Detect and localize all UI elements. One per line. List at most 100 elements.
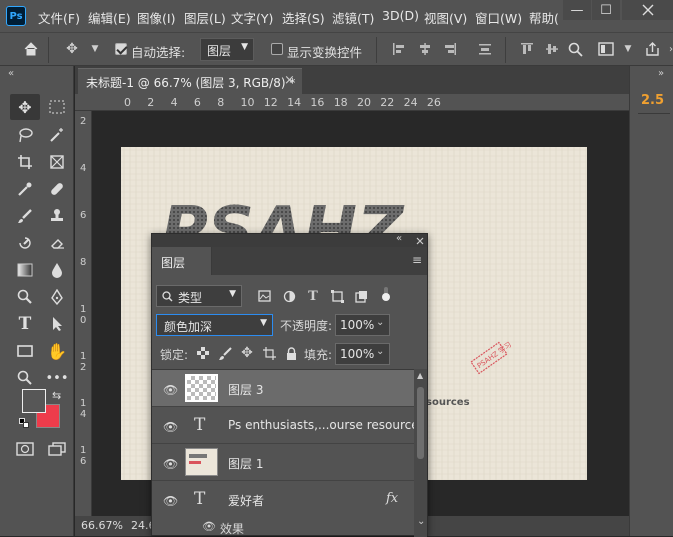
filter-pixel-icon[interactable] bbox=[255, 287, 273, 305]
menu-view[interactable]: 视图(V) bbox=[424, 8, 467, 27]
align-middle-icon[interactable] bbox=[543, 40, 561, 58]
more-tools-icon[interactable]: ••• bbox=[42, 365, 72, 391]
menu-help[interactable]: 帮助( bbox=[529, 8, 559, 27]
lock-image-pixels-icon[interactable] bbox=[216, 344, 234, 362]
crop-tool[interactable] bbox=[10, 149, 40, 175]
history-brush-tool[interactable] bbox=[10, 230, 40, 256]
eye-icon[interactable]: 👁 bbox=[163, 494, 178, 508]
layer-name: 图层 1 bbox=[228, 457, 264, 471]
menu-window[interactable]: 窗口(W) bbox=[475, 8, 522, 27]
search-icon[interactable] bbox=[566, 40, 584, 58]
menu-select[interactable]: 选择(S) bbox=[282, 8, 325, 27]
healing-brush-tool[interactable] bbox=[42, 176, 72, 202]
eye-icon[interactable]: 👁 bbox=[163, 383, 178, 397]
blend-mode-dropdown[interactable]: 颜色加深 ▼ bbox=[156, 314, 273, 336]
filter-smart-object-icon[interactable] bbox=[352, 287, 370, 305]
frame-tool[interactable] bbox=[42, 149, 72, 175]
blur-tool[interactable] bbox=[42, 257, 72, 283]
scroll-up-icon[interactable]: ▲ bbox=[417, 371, 423, 380]
layers-scrollbar[interactable]: ▲ ⌄ bbox=[414, 369, 427, 537]
auto-select-checkbox[interactable] bbox=[115, 43, 127, 55]
minimize-button[interactable]: — bbox=[563, 0, 591, 20]
eye-icon[interactable]: 👁 bbox=[202, 520, 216, 533]
filter-shape-icon[interactable] bbox=[328, 287, 346, 305]
scroll-thumb[interactable] bbox=[417, 387, 424, 459]
layers-tab[interactable]: 图层 bbox=[152, 247, 212, 275]
filter-adjustment-icon[interactable] bbox=[280, 287, 298, 305]
lock-artboard-icon[interactable] bbox=[260, 344, 278, 362]
lasso-tool[interactable] bbox=[10, 122, 40, 148]
quick-mask-icon[interactable] bbox=[10, 436, 40, 462]
menu-file[interactable]: 文件(F) bbox=[38, 8, 80, 27]
eraser-tool[interactable] bbox=[42, 230, 72, 256]
menu-type[interactable]: 文字(Y) bbox=[231, 8, 273, 27]
close-panel-icon[interactable] bbox=[416, 237, 424, 245]
more-icon[interactable]: › bbox=[662, 40, 673, 58]
layer-row[interactable]: 👁 T Ps enthusiasts,...ourse resources bbox=[152, 407, 414, 444]
document-tab[interactable]: 未标题-1 @ 66.7% (图层 3, RGB/8) * × bbox=[78, 68, 302, 94]
panel-value[interactable]: 2.5 bbox=[641, 93, 664, 108]
opacity-input[interactable]: 100% ⌄ bbox=[335, 314, 390, 336]
collapse-icon[interactable]: « bbox=[8, 68, 14, 79]
menu-image[interactable]: 图像(I) bbox=[137, 8, 175, 27]
menu-edit[interactable]: 编辑(E) bbox=[88, 8, 131, 27]
layer-row[interactable]: 👁 图层 3 bbox=[152, 370, 414, 407]
align-left-icon[interactable] bbox=[390, 40, 408, 58]
effects-row[interactable]: 👁 效果 bbox=[152, 518, 414, 537]
photoshop-logo-icon[interactable]: Ps bbox=[6, 6, 26, 26]
panel-menu-icon[interactable]: ≡ bbox=[412, 253, 422, 267]
magic-wand-tool[interactable] bbox=[42, 122, 72, 148]
zoom-level[interactable]: 66.67% bbox=[81, 519, 123, 532]
eye-icon[interactable]: 👁 bbox=[163, 457, 178, 471]
show-transform-controls-checkbox[interactable] bbox=[271, 43, 283, 55]
align-right-icon[interactable] bbox=[441, 40, 459, 58]
zoom-tool[interactable] bbox=[10, 365, 40, 391]
chevron-down-icon[interactable]: ▼ bbox=[619, 40, 637, 58]
layer-row[interactable]: 👁 T 爱好者 fx bbox=[152, 481, 414, 518]
home-icon[interactable] bbox=[22, 40, 40, 58]
align-center-icon[interactable] bbox=[416, 40, 434, 58]
close-tab-icon[interactable]: × bbox=[284, 73, 295, 88]
close-window-button[interactable] bbox=[622, 0, 673, 20]
eye-icon[interactable]: 👁 bbox=[163, 420, 178, 434]
align-top-icon[interactable] bbox=[518, 40, 536, 58]
lock-transparent-pixels-icon[interactable] bbox=[194, 344, 212, 362]
collapse-panel-icon[interactable]: « bbox=[396, 233, 402, 244]
expand-icon[interactable]: » bbox=[658, 68, 664, 79]
dodge-tool[interactable] bbox=[10, 284, 40, 310]
clone-stamp-tool[interactable] bbox=[42, 203, 72, 229]
share-icon[interactable] bbox=[643, 40, 661, 58]
pen-tool[interactable] bbox=[42, 284, 72, 310]
move-tool[interactable]: ✥ bbox=[10, 94, 40, 120]
menu-filter[interactable]: 滤镜(T) bbox=[332, 8, 374, 27]
layer-filter-dropdown[interactable]: 类型 ▼ bbox=[156, 285, 242, 307]
screen-mode-icon[interactable] bbox=[42, 436, 72, 462]
filter-toggle[interactable] bbox=[382, 287, 390, 305]
layer-effects-icon[interactable]: fx bbox=[386, 491, 398, 506]
eyedropper-tool[interactable] bbox=[10, 176, 40, 202]
distribute-icon[interactable] bbox=[476, 40, 494, 58]
lock-all-icon[interactable] bbox=[282, 344, 300, 362]
menu-layer[interactable]: 图层(L) bbox=[184, 8, 226, 27]
marquee-tool[interactable] bbox=[42, 94, 72, 120]
move-tool-icon[interactable]: ✥ bbox=[63, 40, 81, 58]
restore-button[interactable]: ☐ bbox=[592, 0, 620, 20]
default-colors-icon[interactable] bbox=[19, 418, 29, 428]
rectangle-tool[interactable] bbox=[10, 338, 40, 364]
gradient-tool[interactable] bbox=[10, 257, 40, 283]
chevron-down-icon[interactable]: ▼ bbox=[86, 40, 104, 58]
layer-row[interactable]: 👁 图层 1 bbox=[152, 444, 414, 481]
swap-colors-icon[interactable]: ⇆ bbox=[52, 389, 61, 402]
type-tool[interactable]: T bbox=[10, 311, 40, 337]
filter-type-icon[interactable]: T bbox=[304, 287, 322, 305]
brush-tool[interactable] bbox=[10, 203, 40, 229]
scroll-down-icon[interactable]: ⌄ bbox=[417, 516, 425, 527]
foreground-color-swatch[interactable] bbox=[22, 389, 46, 413]
hand-tool[interactable]: ✋ bbox=[42, 338, 72, 364]
workspace-icon[interactable] bbox=[597, 40, 615, 58]
path-selection-tool[interactable] bbox=[42, 311, 72, 337]
auto-select-target-dropdown[interactable]: 图层 ▼ bbox=[200, 38, 254, 61]
lock-position-icon[interactable]: ✥ bbox=[238, 344, 256, 362]
menu-3d[interactable]: 3D(D) bbox=[382, 8, 419, 23]
fill-input[interactable]: 100% ⌄ bbox=[335, 343, 390, 365]
